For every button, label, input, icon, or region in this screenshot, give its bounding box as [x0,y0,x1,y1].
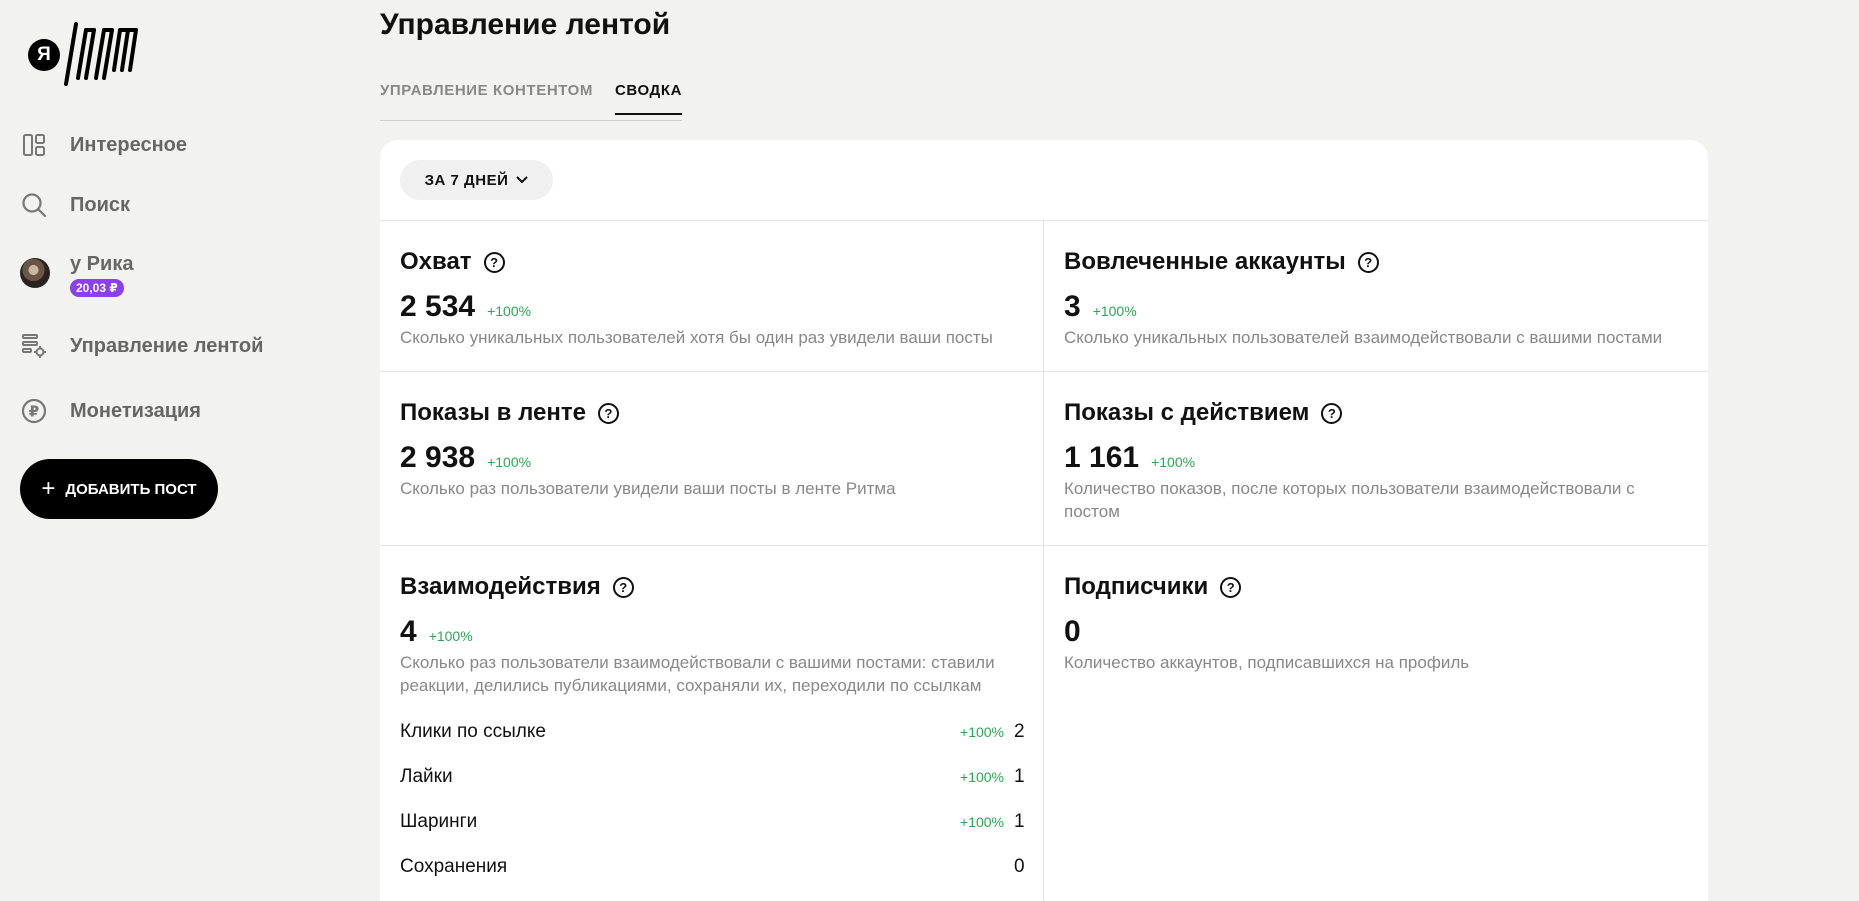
breakdown-delta: +100% [960,814,1004,830]
metric-title: Подписчики [1064,573,1209,600]
metric-title: Показы с действием [1064,399,1310,426]
metric-description: Сколько раз пользователи взаимодействова… [400,653,995,695]
breakdown-label: Сохранения [400,856,508,877]
sidebar-item-monetization[interactable]: ₽ Монетизация [20,397,201,425]
add-post-label: ДОБАВИТЬ ПОСТ [65,480,197,498]
ritm-logo[interactable]: Я [28,22,152,86]
help-icon[interactable]: ? [483,251,505,273]
breakdown-delta: +100% [960,724,1004,740]
divider [380,220,1708,221]
metric-feed-impressions: Показы в ленте? 2 938 +100% Сколько раз п… [400,398,1020,500]
breakdown-value: 0 [1014,856,1025,877]
metric-engaged-accounts: Вовлеченные аккаунты? 3 +100% Сколько уни… [1064,247,1684,349]
metric-value: 3 [1064,290,1081,323]
sidebar-item-profile[interactable]: у Рика 20,03 ₽ [20,253,133,297]
metric-interactions: Взаимодействия? 4 +100% Сколько раз польз… [400,572,1020,697]
sidebar-item-search[interactable]: Поиск [20,191,130,219]
metric-reach: Охват? 2 534 +100% Сколько уникальных пол… [400,247,1020,349]
tab-content-management[interactable]: УПРАВЛЕНИЕ КОНТЕНТОМ [380,82,593,113]
divider [1043,220,1044,901]
ruble-icon: ₽ [20,397,48,425]
metric-value: 0 [1064,615,1081,648]
help-icon[interactable]: ? [1357,251,1379,273]
help-icon[interactable]: ? [1321,402,1343,424]
sidebar-item-interesting[interactable]: Интересное [20,131,187,159]
add-post-button[interactable]: + ДОБАВИТЬ ПОСТ [20,459,218,519]
sidebar-item-label: Интересное [70,133,187,156]
page-title: Управление лентой [380,8,671,41]
metric-description: Сколько уникальных пользователей взаимод… [1064,328,1663,347]
breakdown-row-shares: Шаринги +100% 1 [400,807,1025,837]
metric-value: 2 534 [400,290,476,323]
summary-card: ЗА 7 ДНЕЙ Охват? 2 534 +100% Сколько уник… [380,140,1708,901]
tab-summary[interactable]: СВОДКА [615,82,683,115]
metric-description: Сколько уникальных пользователей хотя бы… [400,328,993,347]
metric-delta: +100% [1092,303,1137,319]
metric-value: 2 938 [400,441,476,474]
breakdown-value: 2 [1014,721,1025,742]
metric-value: 1 161 [1064,441,1140,474]
breakdown-value: 1 [1014,811,1025,832]
sidebar-item-label: Монетизация [70,399,201,422]
profile-name: у Рика [70,253,134,275]
metric-delta: +100% [487,454,532,470]
metric-description: Количество аккаунтов, подписавшихся на п… [1064,653,1470,672]
balance-badge: 20,03 ₽ [70,279,124,297]
search-icon [20,191,48,219]
sidebar-item-label: Поиск [70,193,131,216]
breakdown-label: Лайки [400,766,453,787]
breakdown-row-link-clicks: Клики по ссылке +100% 2 [400,717,1025,747]
help-icon[interactable]: ? [597,402,619,424]
divider [380,545,1708,546]
metric-description: Количество показов, после которых пользо… [1064,479,1635,521]
divider [380,371,1708,372]
metric-subscribers: Подписчики? 0 Количество аккаунтов, подп… [1064,572,1684,674]
help-icon[interactable]: ? [612,576,634,598]
metric-title: Взаимодействия [400,573,601,600]
metric-title: Показы в ленте [400,399,586,426]
breakdown-label: Шаринги [400,811,478,832]
plus-icon: + [41,475,56,502]
breakdown-row-likes: Лайки +100% 1 [400,762,1025,792]
metric-delta: +100% [428,628,473,644]
breakdown-row-saves: Сохранения 0 [400,852,1025,882]
metric-description: Сколько раз пользователи увидели ваши по… [400,479,896,498]
avatar [20,258,50,288]
period-select[interactable]: ЗА 7 ДНЕЙ [400,160,553,200]
feed-icon [20,131,48,159]
help-icon[interactable]: ? [1220,576,1242,598]
chevron-down-icon [516,173,529,187]
svg-text:₽: ₽ [29,403,39,421]
breakdown-label: Клики по ссылке [400,721,546,742]
sidebar-item-feed-management[interactable]: Управление лентой [20,332,263,360]
metric-delta: +100% [1151,454,1196,470]
period-label: ЗА 7 ДНЕЙ [424,171,509,189]
breakdown-value: 1 [1014,766,1025,787]
feed-settings-icon [20,332,48,360]
tabs: УПРАВЛЕНИЕ КОНТЕНТОМ СВОДКА [380,78,683,121]
ritm-wordmark-icon [64,22,138,86]
sidebar-item-label: Управление лентой [70,334,264,357]
metric-title: Охват [400,248,472,275]
metric-delta: +100% [487,303,532,319]
metric-impressions-with-action: Показы с действием? 1 161 +100% Количеств… [1064,398,1664,523]
metric-title: Вовлеченные аккаунты [1064,248,1346,275]
yandex-logo-icon: Я [28,39,60,71]
metric-value: 4 [400,615,417,648]
breakdown-delta: +100% [960,769,1004,785]
sidebar: Я Интересное Поиск у Рика 20,03 ₽ Управл… [0,0,360,901]
